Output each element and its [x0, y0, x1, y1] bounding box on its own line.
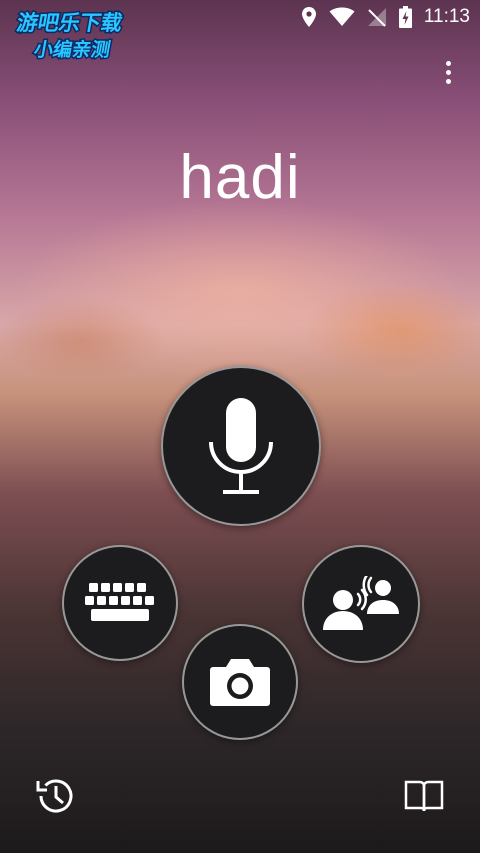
conversation-button[interactable] — [302, 545, 420, 663]
location-icon — [301, 7, 316, 27]
keyboard-button[interactable] — [62, 545, 178, 661]
status-time: 11:13 — [423, 6, 470, 27]
camera-button[interactable] — [182, 624, 298, 740]
no-signal-icon — [367, 8, 386, 27]
overflow-menu-button[interactable] — [434, 58, 462, 86]
camera-icon — [210, 659, 270, 706]
status-bar: 11:13 — [0, 0, 480, 34]
conversation-icon — [323, 576, 399, 630]
wifi-icon — [329, 7, 355, 26]
history-icon — [36, 779, 73, 813]
battery-charging-icon — [398, 6, 412, 28]
microphone-icon — [209, 398, 273, 494]
history-button[interactable] — [34, 774, 78, 818]
keyboard-icon — [85, 583, 154, 621]
recognized-text: hadi — [179, 143, 301, 212]
microphone-button[interactable] — [161, 366, 321, 526]
phrasebook-button[interactable] — [402, 774, 446, 818]
watermark-line2: 小编亲测 — [32, 38, 112, 61]
phrasebook-icon — [404, 780, 444, 812]
more-vert-icon — [445, 60, 451, 66]
